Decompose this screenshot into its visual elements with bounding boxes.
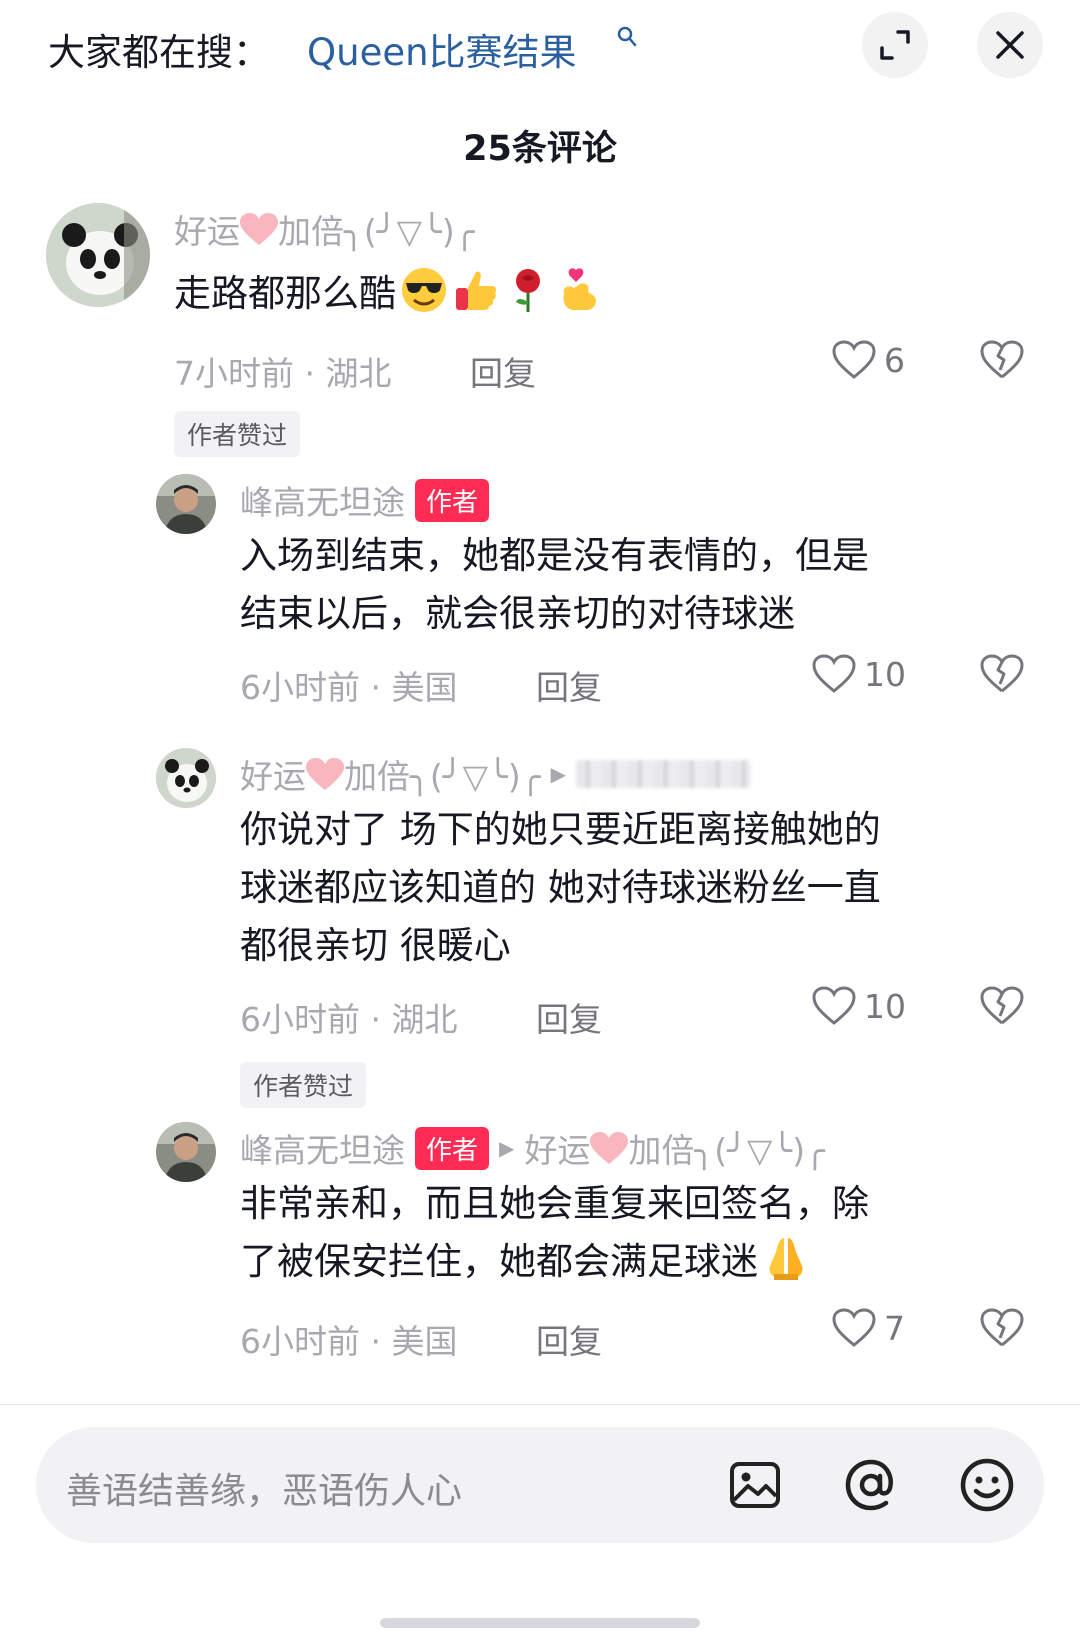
search-icon (617, 26, 637, 47)
reply-header: 好运 加倍╮(╯▽╰)╭ ▶ (240, 750, 751, 798)
thumbs-up-emoji-icon (456, 271, 496, 310)
mention-button[interactable] (840, 1454, 902, 1516)
broken-heart-icon (980, 986, 1024, 1025)
like-button[interactable]: 10 (812, 986, 906, 1026)
broken-heart-icon (980, 654, 1024, 693)
emoji-button[interactable] (956, 1454, 1018, 1516)
reply-arrow-icon: ▶ (499, 1136, 515, 1160)
comment-meta: 6小时前 · 湖北 (240, 1000, 458, 1039)
avatar-panda[interactable] (46, 203, 150, 307)
author-avatar-image (156, 1122, 216, 1182)
search-prefix: 大家都在搜： (48, 31, 270, 74)
author-badge: 作者 (415, 478, 490, 522)
comment-meta: 6小时前 · 美国 (240, 1322, 458, 1361)
emoji-smile-icon (960, 1458, 1014, 1512)
heart-outline-icon (812, 654, 856, 693)
rose-emoji-icon (516, 269, 540, 312)
dislike-button[interactable] (980, 986, 1024, 1030)
dislike-button[interactable] (980, 1308, 1024, 1352)
like-count: 6 (884, 340, 905, 380)
sunglasses-smile-emoji-icon (402, 268, 446, 312)
reply-button[interactable]: 回复 (536, 1315, 602, 1363)
comment-text: 入场到结束，她都是没有表情的，但是 结束以后，就会很亲切的对待球迷 (240, 534, 869, 635)
dislike-button[interactable] (980, 340, 1024, 384)
avatar-author[interactable] (156, 474, 216, 534)
folded-hands-emoji-icon (769, 1238, 803, 1280)
comment-meta: 6小时前 · 美国 (240, 668, 458, 707)
dislike-button[interactable] (980, 654, 1024, 698)
heart-outline-icon (832, 1308, 876, 1347)
expand-icon (880, 30, 910, 60)
like-count: 10 (864, 654, 906, 694)
like-button[interactable]: 6 (832, 340, 905, 380)
panda-avatar-image (46, 203, 150, 307)
heart-emoji-icon (240, 213, 278, 245)
reply-arrow-icon: ▶ (550, 762, 566, 786)
close-icon (996, 31, 1024, 59)
author-liked-badge: 作者赞过 (174, 411, 301, 457)
heart-emoji-icon (306, 758, 344, 790)
comment-text: 走路都那么酷 (174, 265, 604, 323)
like-button[interactable]: 10 (812, 654, 906, 694)
home-indicator (380, 1618, 700, 1628)
comment-username[interactable]: 峰高无坦途 (240, 476, 405, 524)
comment-text: 你说对了 场下的她只要近距离接触她的 球迷都应该知道的 她对待球迷粉丝一直 都很… (240, 808, 881, 967)
finger-heart-emoji-icon (563, 268, 596, 310)
close-button[interactable] (977, 12, 1043, 78)
avatar-panda[interactable] (156, 748, 216, 808)
at-mention-icon (845, 1459, 893, 1511)
image-icon (730, 1462, 780, 1508)
like-count: 10 (864, 986, 906, 1026)
like-count: 7 (884, 1308, 905, 1348)
comment-text: 非常亲和，而且她会重复来回签名，除 了被保安拦住，她都会满足球迷 (240, 1182, 869, 1283)
trending-search-term[interactable]: Queen比赛结果 (307, 31, 577, 74)
image-button[interactable] (724, 1454, 786, 1516)
comment-meta: 7小时前 · 湖北 (174, 354, 392, 393)
comment-username[interactable]: 峰高无坦途 (240, 1124, 405, 1172)
avatar-author[interactable] (156, 1122, 216, 1182)
author-avatar-image (156, 474, 216, 534)
reply-button[interactable]: 回复 (470, 347, 536, 395)
heart-outline-icon (812, 986, 856, 1025)
comment-input-placeholder[interactable]: 善语结善缘，恶语伤人心 (66, 1462, 462, 1514)
comment-count-title: 25条评论 (463, 129, 617, 169)
blurred-username (576, 760, 751, 788)
reply-button[interactable]: 回复 (536, 661, 602, 709)
heart-emoji-icon (590, 1132, 629, 1164)
broken-heart-icon (980, 340, 1024, 379)
reply-to-username[interactable]: 好运 加倍╮(╯▽╰)╭ (524, 1124, 825, 1172)
reply-button[interactable]: 回复 (536, 993, 602, 1041)
author-badge: 作者 (415, 1126, 490, 1170)
heart-outline-icon (832, 340, 876, 379)
divider (0, 1404, 1080, 1405)
trending-search-link[interactable]: Queen比赛结果 (307, 22, 637, 76)
like-button[interactable]: 7 (832, 1308, 905, 1348)
author-liked-badge: 作者赞过 (240, 1062, 367, 1108)
reply-header: 峰高无坦途 作者 (240, 476, 490, 524)
broken-heart-icon (980, 1308, 1024, 1347)
comment-username[interactable]: 好运 加倍╮(╯▽╰)╭ (240, 750, 541, 798)
comment-username[interactable]: 好运 加倍╮(╯▽╰)╭ (174, 205, 475, 253)
reply-header: 峰高无坦途 作者 ▶ 好运 加倍╮(╯▽╰)╭ (240, 1124, 825, 1172)
panda-avatar-image (156, 748, 216, 808)
expand-button[interactable] (862, 12, 928, 78)
